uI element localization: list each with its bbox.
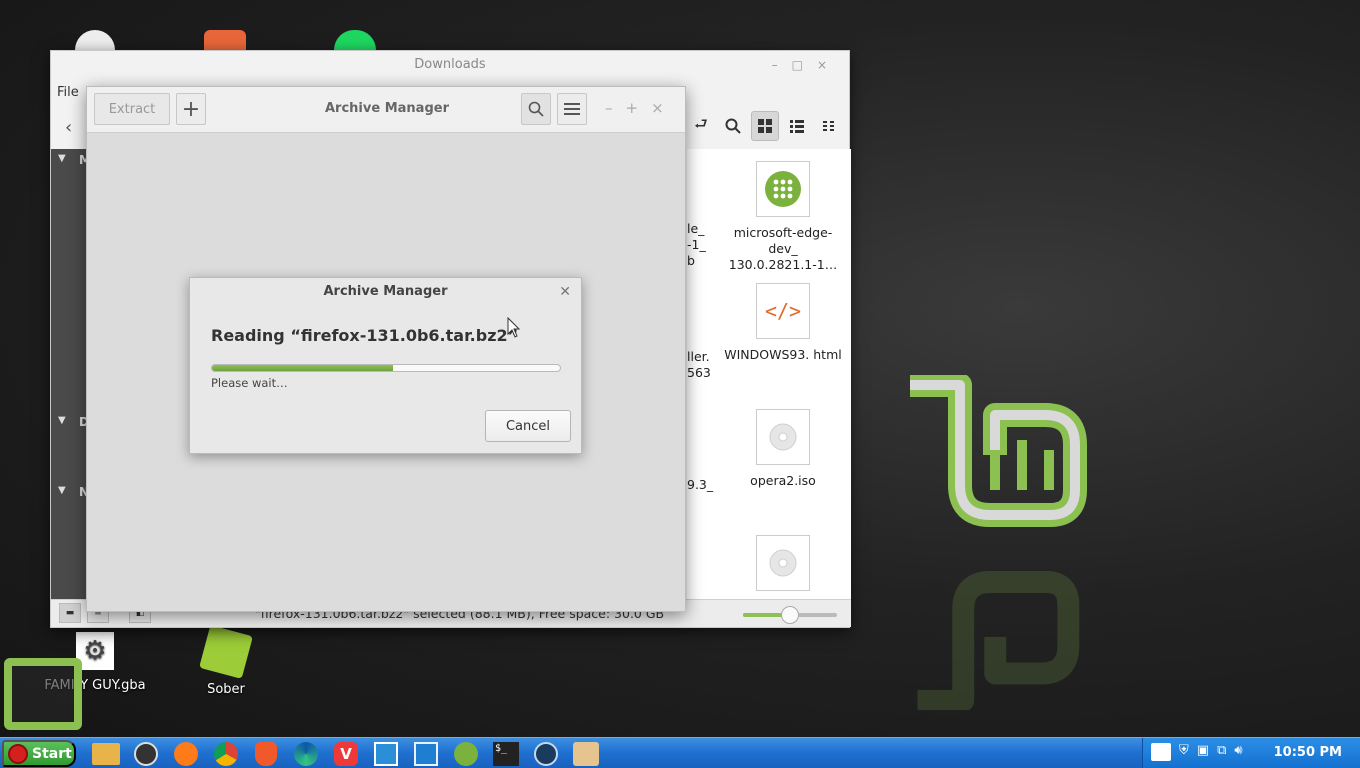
update-icon[interactable]: ▣	[1197, 743, 1209, 761]
taskbar-remote-icon[interactable]	[368, 739, 404, 768]
taskbar-edge-dev-icon[interactable]	[288, 739, 324, 768]
collapse-icon[interactable]: ▼	[58, 485, 66, 496]
file-view[interactable]: le_ -1_ b ller. 563 9.3_ microsoft-edge-…	[687, 149, 851, 601]
disc-icon	[756, 409, 810, 465]
partial-filename: 563	[687, 365, 711, 380]
clock[interactable]: 10:50 PM	[1274, 745, 1342, 760]
shield-icon[interactable]: ⛨	[1179, 743, 1189, 761]
mint-small-logo-icon[interactable]	[4, 658, 82, 730]
taskbar-vivaldi-icon[interactable]: V	[328, 739, 364, 768]
progress-bar	[211, 364, 561, 372]
file-item[interactable]: microsoft-edge-dev_ 130.0.2821.1-1…	[723, 161, 843, 273]
maximize-icon[interactable]: +	[626, 99, 639, 117]
file-name: WINDOWS93. html	[724, 347, 842, 362]
file-item[interactable]: opera2.iso	[723, 409, 843, 489]
desktop-icon-label: Sober	[207, 682, 245, 697]
menu-file[interactable]: File	[57, 85, 79, 100]
taskbar-archive-icon[interactable]	[568, 739, 604, 768]
progress-bar-fill	[212, 365, 393, 371]
desktop-icon-top-1[interactable]	[75, 30, 115, 50]
taskbar: Start V $_ ⛨ ▣ ⧉ 🔊︎ 10:50 PM	[0, 737, 1360, 768]
partial-filename: 9.3_	[687, 477, 714, 492]
wait-text: Please wait…	[211, 376, 288, 390]
file-item[interactable]: </> WINDOWS93. html	[723, 283, 843, 363]
file-item[interactable]	[723, 535, 843, 599]
close-icon[interactable]: ×	[651, 99, 664, 117]
partial-filename: b	[687, 253, 695, 268]
close-icon[interactable]: ✕	[559, 278, 571, 306]
system-tray: ⛨ ▣ ⧉ 🔊︎ 10:50 PM	[1142, 738, 1360, 768]
collapse-icon[interactable]: ▼	[58, 415, 66, 426]
file-name: microsoft-edge-dev_ 130.0.2821.1-1…	[728, 225, 838, 272]
maximize-button[interactable]: □	[792, 58, 817, 72]
mouse-cursor-icon	[507, 317, 521, 338]
angry-bird-icon	[8, 743, 28, 764]
zoom-slider-handle[interactable]	[781, 606, 799, 624]
partial-filename: -1_	[687, 237, 706, 252]
taskbar-files-icon[interactable]	[88, 739, 124, 768]
taskbar-monitor-icon[interactable]	[408, 739, 444, 768]
taskbar-obs-icon[interactable]	[128, 739, 164, 768]
tray-remote-icon[interactable]	[1151, 743, 1171, 761]
start-button[interactable]: Start	[2, 740, 76, 767]
volume-icon[interactable]: 🔊︎	[1234, 743, 1242, 761]
hamburger-menu-icon[interactable]	[557, 93, 587, 125]
reading-progress-dialog[interactable]: Archive Manager ✕ Reading “firefox-131.0…	[189, 277, 582, 454]
search-icon[interactable]	[521, 93, 551, 125]
minimize-icon[interactable]: –	[605, 99, 613, 117]
package-icon	[756, 161, 810, 217]
desktop-icon-top-3[interactable]	[334, 30, 376, 50]
archive-manager-headerbar[interactable]: Extract + Archive Manager – + ×	[87, 87, 685, 133]
minimize-button[interactable]: –	[772, 58, 792, 72]
taskbar-sober-icon[interactable]	[448, 739, 484, 768]
back-arrow-icon[interactable]: ‹	[65, 117, 72, 138]
close-button[interactable]: ×	[817, 58, 841, 72]
file-name: opera2.iso	[750, 473, 816, 488]
dialog-message: Reading “firefox-131.0b6.tar.bz2”	[211, 326, 519, 345]
start-label: Start	[32, 745, 72, 762]
partial-filename: le_	[687, 221, 705, 236]
desktop-icon-sober[interactable]: Sober	[171, 625, 281, 697]
toggle-location-icon[interactable]: ⮐	[687, 111, 715, 141]
disc-icon	[756, 535, 810, 591]
file-manager-titlebar[interactable]: Downloads –□×	[51, 51, 849, 79]
cancel-button[interactable]: Cancel	[485, 410, 571, 442]
desktop-icon-top-2[interactable]	[204, 30, 246, 50]
linux-mint-logo-reflection	[917, 571, 1080, 710]
html-icon: </>	[756, 283, 810, 339]
sidebar[interactable]: ▼ M ▼ D ▼ N	[51, 149, 91, 601]
icon-view-icon[interactable]	[751, 111, 779, 141]
dialog-title-text: Archive Manager	[323, 284, 448, 299]
zoom-slider[interactable]	[743, 606, 837, 624]
linux-mint-logo	[910, 375, 1087, 527]
partial-filename: ller.	[687, 349, 710, 364]
window-title: Archive Manager	[325, 101, 449, 116]
search-icon[interactable]	[719, 111, 747, 141]
collapse-icon[interactable]: ▼	[58, 153, 66, 164]
compact-view-icon[interactable]	[815, 111, 843, 141]
sober-icon	[199, 625, 253, 679]
taskbar-firefox-icon[interactable]	[168, 739, 204, 768]
taskbar-terminal-icon[interactable]: $_	[488, 739, 524, 768]
taskbar-brave-icon[interactable]	[248, 739, 284, 768]
network-icon[interactable]: ⧉	[1217, 743, 1226, 761]
list-view-icon[interactable]	[783, 111, 811, 141]
taskbar-steam-icon[interactable]	[528, 739, 564, 768]
places-toggle-icon[interactable]: ▬	[59, 603, 81, 623]
dialog-title: Archive Manager ✕	[190, 278, 581, 306]
window-title: Downloads	[414, 57, 486, 72]
taskbar-chrome-icon[interactable]	[208, 739, 244, 768]
